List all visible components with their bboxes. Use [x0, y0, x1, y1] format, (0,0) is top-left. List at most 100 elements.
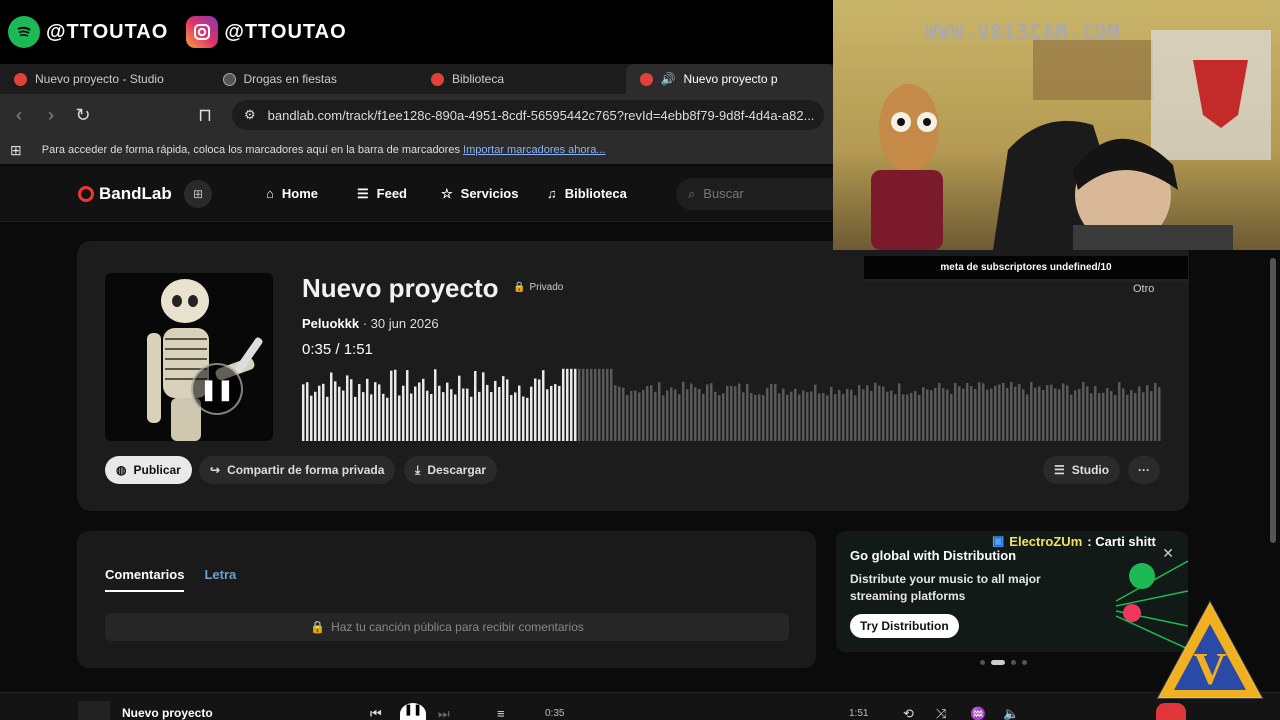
waveform-bar: [746, 384, 749, 441]
waveform-bar: [882, 386, 885, 441]
waveform-bar: [382, 393, 385, 441]
equalizer-icon[interactable]: ♒: [970, 706, 986, 720]
carousel-dot[interactable]: [1022, 660, 1027, 665]
waveform-bar: [722, 393, 725, 441]
waveform-bar: [866, 385, 869, 441]
waveform-bar: [1066, 385, 1069, 441]
waveform-bar: [338, 386, 341, 441]
bottom-player: Nuevo proyecto ⏮ ❚❚ ⏭ ≡ 0:35 1:51 ⟲ ⤨ ♒ …: [0, 692, 1280, 720]
promo-text: Distribute your music to all major strea…: [850, 572, 1041, 603]
apps-grid-icon[interactable]: ⊞: [10, 142, 22, 159]
waveform-bar: [366, 378, 369, 441]
waveform-bar: [650, 385, 653, 441]
waveform-bar: [886, 391, 889, 441]
shuffle-icon[interactable]: ⤨: [936, 706, 946, 720]
playback-time: 0:35 / 1:51: [302, 341, 373, 358]
waveform-bar: [1150, 391, 1153, 441]
next-icon[interactable]: ⏭: [438, 706, 450, 720]
bandlab-logo-icon: [78, 185, 94, 202]
share-private-button[interactable]: ↪ Compartir de forma privada: [199, 456, 396, 484]
waveform-bar: [1138, 386, 1141, 441]
waveform-bar: [374, 382, 377, 441]
nav-home[interactable]: ⌂ Home: [266, 186, 318, 201]
search-input[interactable]: ⌕ Buscar: [676, 177, 834, 210]
tab-biblioteca[interactable]: Biblioteca: [417, 64, 626, 94]
comments-tabs: Comentarios Letra: [105, 567, 236, 592]
waveform-bar: [810, 391, 813, 441]
nav-feed[interactable]: ☰ Feed: [357, 186, 407, 202]
skeleton-artwork-image: [147, 279, 263, 441]
waveform-bar: [398, 395, 401, 441]
waveform-bar: [1078, 389, 1081, 441]
waveform-bar: [582, 368, 585, 441]
tab-label: Drogas en fiestas: [243, 72, 337, 86]
download-button[interactable]: ⤓ Descargar: [404, 456, 498, 484]
artist-link[interactable]: Peluokkk: [302, 316, 359, 331]
track-date: · 30 jun 2026: [362, 316, 439, 331]
player-pause-button[interactable]: ❚❚: [400, 703, 426, 720]
waveform-bar: [1158, 387, 1161, 441]
bookmark-icon[interactable]: ⊓: [196, 105, 214, 126]
tab-label: Nuevo proyecto p: [683, 72, 778, 86]
reload-icon[interactable]: ↻: [74, 105, 92, 126]
carousel-dot[interactable]: [980, 660, 985, 665]
waveform-bar: [926, 389, 929, 441]
bandlab-logo[interactable]: BandLab: [78, 184, 172, 204]
download-icon: ⤓: [415, 462, 421, 477]
volume-icon[interactable]: 🔈: [1003, 706, 1019, 720]
waveform-bar: [822, 393, 825, 441]
pause-button[interactable]: ❚❚: [191, 363, 243, 415]
waveform-bar: [1014, 386, 1017, 441]
waveform[interactable]: [302, 365, 1162, 441]
waveform-bar: [1070, 394, 1073, 441]
waveform-bar: [386, 397, 389, 441]
waveform-bar: [994, 385, 997, 441]
waveform-bar: [1130, 390, 1133, 441]
carousel-dot-active[interactable]: [991, 660, 1005, 665]
import-bookmarks-link[interactable]: Importar marcadores ahora...: [463, 144, 605, 156]
tab-letra[interactable]: Letra: [204, 567, 236, 592]
site-info-icon[interactable]: ⚙: [244, 107, 256, 123]
forward-icon[interactable]: ›: [42, 105, 60, 126]
waveform-bar: [450, 389, 453, 441]
queue-icon[interactable]: ≡: [497, 706, 505, 720]
repeat-icon[interactable]: ⟲: [903, 706, 914, 720]
waveform-bar: [914, 391, 917, 441]
url-field[interactable]: ⚙ bandlab.com/track/f1ee128c-890a-4951-8…: [232, 100, 824, 130]
waveform-bar: [846, 388, 849, 441]
more-options-button[interactable]: ···: [1128, 456, 1160, 484]
nav-servicios[interactable]: ☆ Servicios: [441, 186, 518, 202]
waveform-bar: [710, 383, 713, 441]
apps-button[interactable]: ⊞: [184, 179, 212, 208]
waveform-bar: [1050, 384, 1053, 441]
waveform-bar: [670, 387, 673, 441]
page-scrollbar[interactable]: [1270, 258, 1276, 543]
carousel-dot[interactable]: [1011, 660, 1016, 665]
nav-biblioteca[interactable]: ♫ Biblioteca: [547, 186, 627, 201]
tab-studio[interactable]: Nuevo proyecto - Studio: [0, 64, 209, 94]
tab-nuevo-proyecto[interactable]: 🔊 Nuevo proyecto p: [625, 64, 834, 94]
player-artwork: [78, 701, 110, 720]
tab-drogas[interactable]: Drogas en fiestas: [209, 64, 418, 94]
waveform-bar: [558, 385, 561, 441]
waveform-bar: [786, 394, 789, 441]
waveform-bar: [630, 391, 633, 441]
waveform-bar: [946, 389, 949, 441]
back-icon[interactable]: ‹: [10, 105, 28, 126]
waveform-bar: [566, 368, 569, 441]
waveform-bar: [322, 383, 325, 441]
home-icon: ⌂: [266, 186, 274, 201]
previous-icon[interactable]: ⏮: [370, 706, 382, 720]
library-icon: ♫: [547, 186, 557, 201]
lock-icon: 🔒: [310, 620, 326, 634]
waveform-bar: [654, 391, 657, 441]
track-artwork: ❚❚: [105, 273, 273, 441]
url-text: bandlab.com/track/f1ee128c-890a-4951-8cd…: [267, 107, 815, 123]
publish-button[interactable]: ◍ Publicar: [105, 456, 192, 484]
waveform-bar: [422, 378, 425, 441]
waveform-bar: [486, 384, 489, 441]
waveform-bar: [1058, 389, 1061, 441]
tab-comentarios[interactable]: Comentarios: [105, 567, 185, 592]
try-distribution-button[interactable]: Try Distribution: [850, 614, 959, 638]
studio-button[interactable]: ☰ Studio: [1043, 456, 1121, 484]
